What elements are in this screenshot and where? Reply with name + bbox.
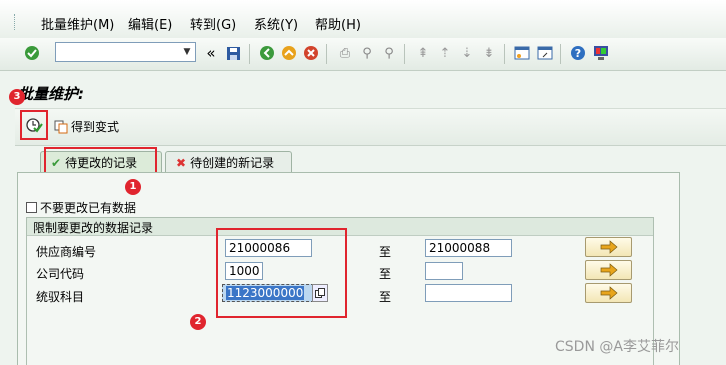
prev-page-icon[interactable]: ⇡	[436, 44, 454, 62]
highlight-box-inputs	[216, 228, 347, 318]
page-title: 批量维护:	[18, 85, 84, 103]
vendor-number-to-input[interactable]: 21000088	[425, 239, 512, 257]
separator	[326, 44, 327, 64]
arrow-right-icon	[600, 240, 618, 254]
shortcut-icon[interactable]	[536, 44, 554, 62]
vendor-number-multiple-selection-button[interactable]	[585, 237, 632, 257]
execute-clock-icon	[26, 118, 43, 133]
company-code-multiple-selection-button[interactable]	[585, 260, 632, 280]
get-variant-label: 得到变式	[71, 120, 120, 134]
nav-back-symbol[interactable]: «	[202, 44, 220, 62]
standard-toolbar: ▼ « ⎙ ⚲ ⚲ ⇞ ⇡ ⇣ ⇟ ?	[0, 38, 726, 71]
first-page-icon[interactable]: ⇞	[414, 44, 432, 62]
title-bar	[15, 80, 726, 105]
svg-text:?: ?	[575, 47, 581, 60]
recon-account-multiple-selection-button[interactable]	[585, 283, 632, 303]
recon-account-label: 统驭科目	[36, 290, 85, 304]
chevron-down-icon[interactable]: ▼	[179, 43, 195, 61]
command-field[interactable]: ▼	[55, 42, 196, 62]
menu-item-goto[interactable]: 转到(G)	[190, 14, 236, 33]
exit-icon[interactable]	[280, 44, 298, 62]
cancel-icon[interactable]	[302, 44, 320, 62]
find-next-icon[interactable]: ⚲	[380, 44, 398, 62]
separator	[249, 44, 250, 64]
back-icon[interactable]	[258, 44, 276, 62]
restriction-group-title: 限制要更改的数据记录	[33, 221, 154, 235]
help-icon[interactable]: ?	[569, 44, 587, 62]
create-session-icon[interactable]	[513, 44, 531, 62]
annotation-badge-1: 1	[125, 179, 141, 195]
menu-item-system[interactable]: 系统(Y)	[254, 14, 298, 33]
next-page-icon[interactable]: ⇣	[458, 44, 476, 62]
layout-icon[interactable]	[592, 44, 610, 62]
separator	[404, 44, 405, 64]
get-variant-button[interactable]: 得到变式	[54, 118, 119, 135]
no-change-existing-checkbox[interactable]	[26, 202, 37, 213]
menu-item-help[interactable]: 帮助(H)	[315, 14, 361, 33]
company-code-to-input[interactable]	[425, 262, 463, 280]
company-code-label: 公司代码	[36, 267, 85, 281]
execute-button[interactable]	[20, 110, 48, 140]
menu-grip	[14, 14, 18, 30]
menu-bar: 批量维护(M) 编辑(E) 转到(G) 系统(Y) 帮助(H)	[0, 0, 726, 39]
recon-account-to-input[interactable]	[425, 284, 512, 302]
application-toolbar	[15, 108, 726, 146]
no-change-existing-checkbox-row[interactable]: 不要更改已有数据	[26, 199, 136, 216]
recon-account-to-label: 至	[379, 290, 392, 304]
arrow-right-icon	[600, 286, 618, 300]
company-code-to-label: 至	[379, 267, 392, 281]
tab-new-records-label: 待创建的新记录	[190, 156, 275, 170]
arrow-right-icon	[600, 263, 618, 277]
separator	[560, 44, 561, 64]
separator	[504, 44, 505, 64]
watermark: CSDN @A李艾菲尔	[555, 339, 679, 355]
menu-item-edit[interactable]: 编辑(E)	[128, 14, 172, 33]
find-icon[interactable]: ⚲	[358, 44, 376, 62]
menu-item-batch-maintain[interactable]: 批量维护(M)	[41, 14, 114, 33]
enter-icon[interactable]	[23, 44, 41, 62]
last-page-icon[interactable]: ⇟	[480, 44, 498, 62]
save-icon[interactable]	[224, 44, 242, 62]
vendor-number-label: 供应商编号	[36, 245, 97, 259]
annotation-badge-3: 3	[9, 89, 25, 105]
print-icon[interactable]: ⎙	[336, 44, 354, 62]
no-change-existing-label: 不要更改已有数据	[40, 201, 137, 215]
annotation-badge-2: 2	[190, 314, 206, 330]
vendor-number-to-label: 至	[379, 245, 392, 259]
tab-new-records[interactable]: ✖ 待创建的新记录	[165, 151, 292, 173]
variant-icon	[54, 120, 68, 133]
cross-icon: ✖	[176, 155, 187, 170]
